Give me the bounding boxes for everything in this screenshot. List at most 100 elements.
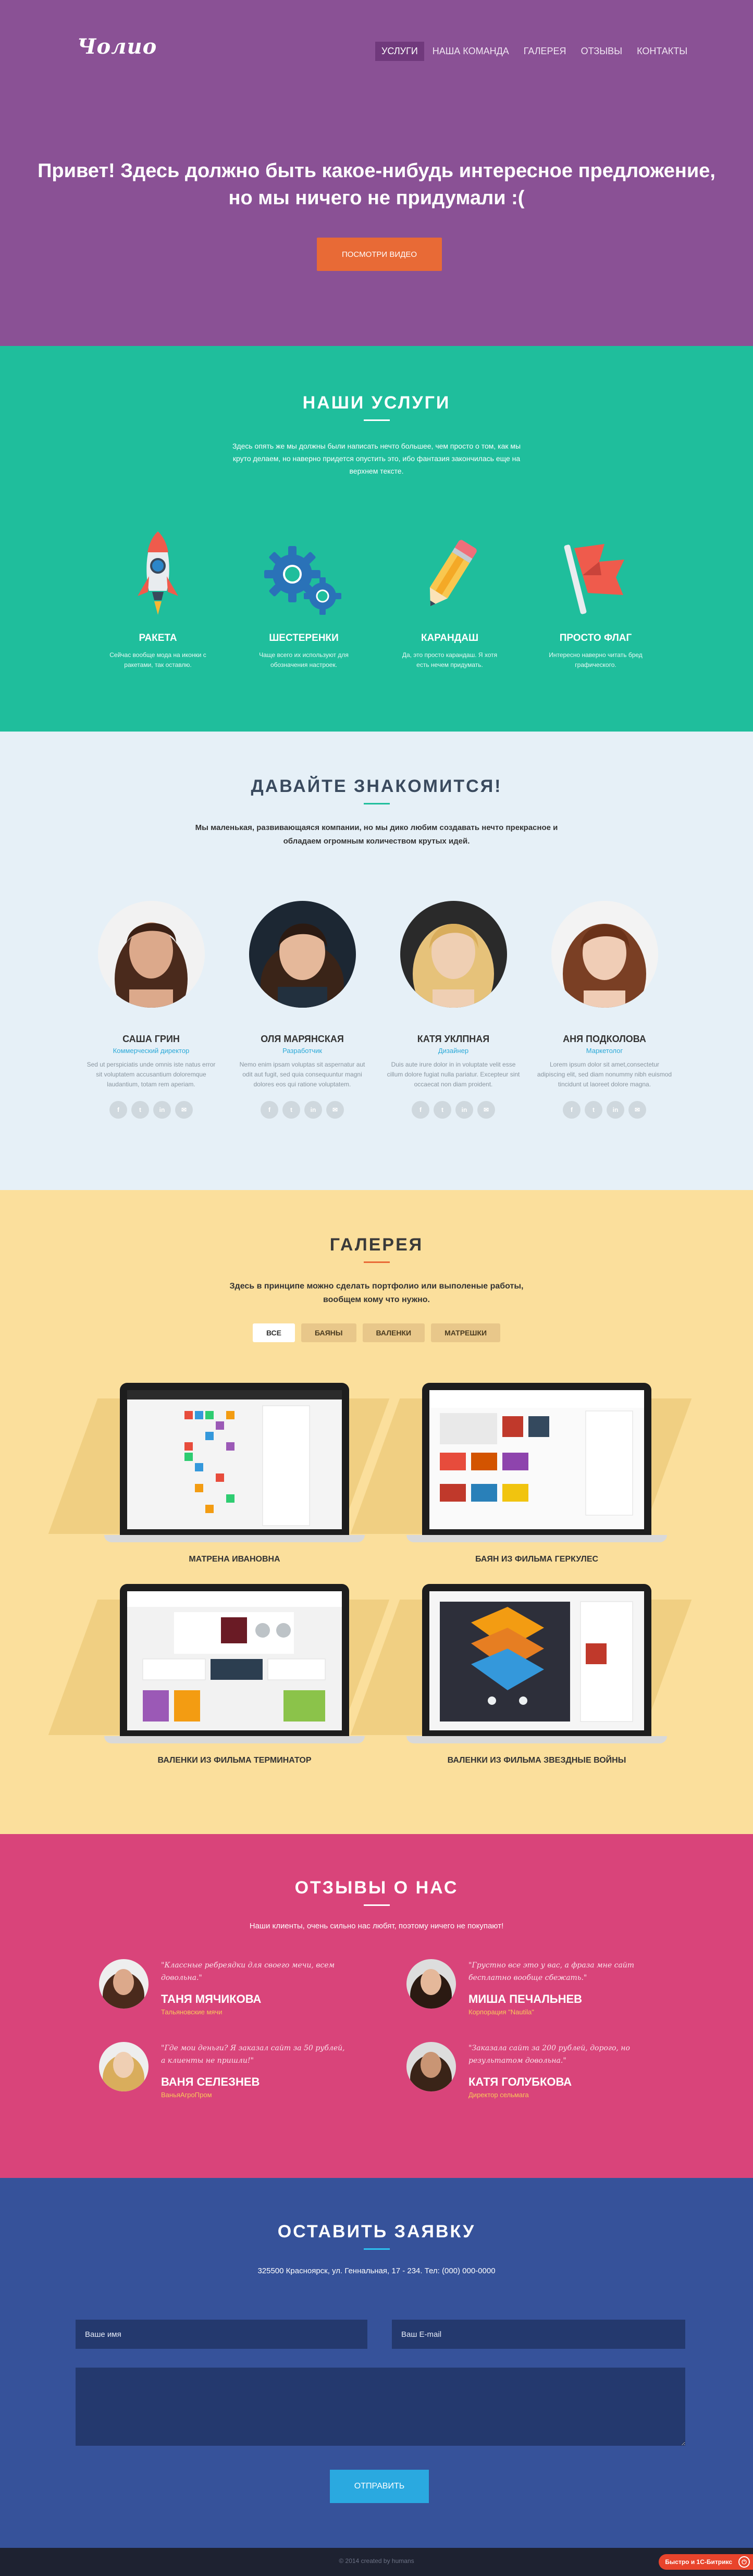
member-bio: Duis aute irure dolor in in voluptate ve… — [387, 1061, 520, 1088]
gallery-item[interactable]: МАТРЕНА ИВАНОВНА — [48, 1383, 390, 1564]
social-links: f t in ✉ — [537, 1101, 672, 1119]
mail-icon[interactable]: ✉ — [477, 1101, 495, 1119]
avatar — [406, 2042, 456, 2091]
member-name: АНЯ ПОДКОЛОВА — [563, 1034, 646, 1044]
pencil-icon — [387, 528, 512, 617]
testimonial: "Заказала сайт за 200 рублей, дорого, но… — [406, 2042, 677, 2099]
social-links: f t in ✉ — [83, 1101, 219, 1119]
social-links: f t in ✉ — [386, 1101, 521, 1119]
filter-matreshki[interactable]: МАТРЕШКИ — [431, 1323, 501, 1342]
service-desc: Да, это просто карандаш. Я хотя есть неч… — [402, 651, 498, 668]
twitter-icon[interactable]: t — [131, 1101, 149, 1119]
service-card: ПРОСТО ФЛАГ Интересно наверно читать бре… — [533, 528, 658, 670]
main-nav: УСЛУГИ НАША КОМАНДА ГАЛЕРЕЯ ОТЗЫВЫ КОНТА… — [375, 42, 696, 61]
title-divider — [363, 419, 390, 421]
services-section: НАШИ УСЛУГИ Здесь опять же мы должны был… — [0, 346, 753, 732]
logo[interactable]: Чолио — [77, 34, 157, 59]
contact-section: ОСТАВИТЬ ЗАЯВКУ 325500 Красноярск, ул. Г… — [0, 2178, 753, 2548]
name-field[interactable] — [76, 2320, 367, 2349]
gallery-caption: ВАЛЕНКИ ИЗ ФИЛЬМА ТЕРМИНАТОР — [157, 1756, 312, 1765]
gallery-grid: МАТРЕНА ИВАНОВНА БАЯН ИЗ ФИЛЬМА ГЕРКУЛЕС… — [48, 1383, 692, 1765]
laptop-mockup — [350, 1383, 692, 1544]
avatar — [406, 1959, 456, 2009]
services-grid: РАКЕТА Сейчас вообще мода на иконки с ра… — [95, 528, 658, 670]
testimonial-quote: "Классные ребреядки для своего мечи, все… — [161, 1961, 335, 1982]
nav-services[interactable]: УСЛУГИ — [375, 42, 424, 61]
member-name: САША ГРИН — [122, 1034, 180, 1044]
nav-team[interactable]: НАША КОМАНДА — [426, 42, 515, 61]
nav-testimonials[interactable]: ОТЗЫВЫ — [575, 42, 629, 61]
member-photo — [97, 901, 205, 1008]
facebook-icon[interactable]: f — [563, 1101, 581, 1119]
service-name: ШЕСТЕРЕНКИ — [269, 633, 339, 643]
testimonial-name: ВАНЯ СЕЛЕЗНЕВ — [161, 2075, 260, 2088]
member-bio: Sed ut perspiciatis unde omnis iste natu… — [87, 1061, 216, 1088]
mail-icon[interactable]: ✉ — [628, 1101, 646, 1119]
gallery-item[interactable]: ВАЛЕНКИ ИЗ ФИЛЬМА ТЕРМИНАТОР — [48, 1584, 390, 1765]
linkedin-icon[interactable]: in — [607, 1101, 624, 1119]
gallery-item[interactable]: БАЯН ИЗ ФИЛЬМА ГЕРКУЛЕС — [350, 1383, 692, 1564]
testimonial-name: ТАНЯ МЯЧИКОВА — [161, 1992, 262, 2005]
team-section: ДАВАЙТЕ ЗНАКОМИТСЯ! Мы маленькая, развив… — [0, 732, 753, 1190]
twitter-icon[interactable]: t — [434, 1101, 451, 1119]
gallery-section: ГАЛЕРЕЯ Здесь в принципе можно сделать п… — [0, 1190, 753, 1834]
filter-all[interactable]: ВСЕ — [252, 1323, 295, 1342]
mail-icon[interactable]: ✉ — [175, 1101, 193, 1119]
twitter-icon[interactable]: t — [282, 1101, 300, 1119]
hero-title-line2: но мы ничего не придумали :( — [228, 187, 525, 209]
contact-title: ОСТАВИТЬ ЗАЯВКУ — [277, 2222, 476, 2241]
gallery-caption: БАЯН ИЗ ФИЛЬМА ГЕРКУЛЕС — [475, 1555, 599, 1564]
service-desc: Чаще всего их используют для обозначения… — [259, 651, 349, 668]
linkedin-icon[interactable]: in — [304, 1101, 322, 1119]
testimonial-company: Директор сельмага — [468, 2091, 529, 2099]
gallery-intro: Здесь в принципе можно сделать портфолио… — [229, 1282, 524, 1304]
member-photo — [400, 901, 507, 1008]
gallery-item[interactable]: ВАЛЕНКИ ИЗ ФИЛЬМА ЗВЕЗДНЫЕ ВОЙНЫ — [350, 1584, 692, 1765]
laptop-mockup — [48, 1383, 390, 1544]
team-title: ДАВАЙТЕ ЗНАКОМИТСЯ! — [251, 776, 502, 796]
service-card: КАРАНДАШ Да, это просто карандаш. Я хотя… — [387, 528, 512, 670]
email-field[interactable] — [392, 2320, 685, 2349]
screenshot-thumbnail — [127, 1390, 342, 1529]
team-grid: САША ГРИН Коммерческий директор Sed ut p… — [83, 901, 672, 1119]
testimonial-name: МИША ПЕЧАЛЬНЕВ — [468, 1992, 583, 2005]
linkedin-icon[interactable]: in — [153, 1101, 171, 1119]
title-divider — [363, 1261, 390, 1263]
rocket-icon — [95, 528, 220, 617]
title-divider — [363, 2248, 390, 2250]
team-member: ОЛЯ МАРЯНСКАЯ Разработчик Nemo enim ipsa… — [234, 901, 370, 1119]
message-textarea[interactable] — [76, 2368, 685, 2446]
send-button[interactable]: ОТПРАВИТЬ — [330, 2470, 429, 2503]
gallery-filters: ВСЕ БАЯНЫ ВАЛЕНКИ МАТРЕШКИ — [0, 1323, 753, 1342]
flag-icon — [533, 528, 658, 617]
screenshot-thumbnail — [127, 1591, 342, 1730]
facebook-icon[interactable]: f — [109, 1101, 127, 1119]
nav-contacts[interactable]: КОНТАКТЫ — [631, 42, 694, 61]
laptop-mockup — [48, 1584, 390, 1745]
testimonial-company: Тальяновские мячи — [161, 2008, 223, 2016]
gears-icon — [241, 528, 366, 617]
footer: © 2014 created by humans Быстро и 1С-Бит… — [0, 2548, 753, 2576]
team-member: КАТЯ УКЛПНАЯ Дизайнер Duis aute irure do… — [386, 901, 521, 1119]
testimonial: "Грустно все это у вас, а фраза мне сайт… — [406, 1959, 677, 2016]
twitter-icon[interactable]: t — [585, 1101, 602, 1119]
linkedin-icon[interactable]: in — [455, 1101, 473, 1119]
screenshot-thumbnail — [429, 1390, 644, 1529]
member-role: Коммерческий директор — [113, 1047, 190, 1055]
nav-gallery[interactable]: ГАЛЕРЕЯ — [517, 42, 573, 61]
power-icon: ⏻ — [738, 2556, 750, 2568]
services-title: НАШИ УСЛУГИ — [302, 393, 451, 413]
facebook-icon[interactable]: f — [412, 1101, 429, 1119]
bitrix-widget[interactable]: Быстро и 1С-Битрикс ⏻ — [659, 2554, 753, 2570]
filter-valenki[interactable]: ВАЛЕНКИ — [362, 1323, 425, 1342]
contact-address: 325500 Красноярск, ул. Геннальная, 17 - … — [257, 2267, 496, 2275]
member-role: Дизайнер — [438, 1047, 469, 1055]
testimonials-intro: Наши клиенты, очень сильно нас любят, по… — [249, 1922, 504, 1930]
watch-video-button[interactable]: ПОСМОТРИ ВИДЕО — [317, 238, 442, 271]
member-bio: Nemo enim ipsam voluptas sit aspernatur … — [239, 1061, 365, 1088]
mail-icon[interactable]: ✉ — [326, 1101, 344, 1119]
gallery-caption: ВАЛЕНКИ ИЗ ФИЛЬМА ЗВЕЗДНЫЕ ВОЙНЫ — [447, 1756, 626, 1765]
filter-bayans[interactable]: БАЯНЫ — [301, 1323, 356, 1342]
service-name: КАРАНДАШ — [421, 633, 479, 643]
facebook-icon[interactable]: f — [261, 1101, 278, 1119]
